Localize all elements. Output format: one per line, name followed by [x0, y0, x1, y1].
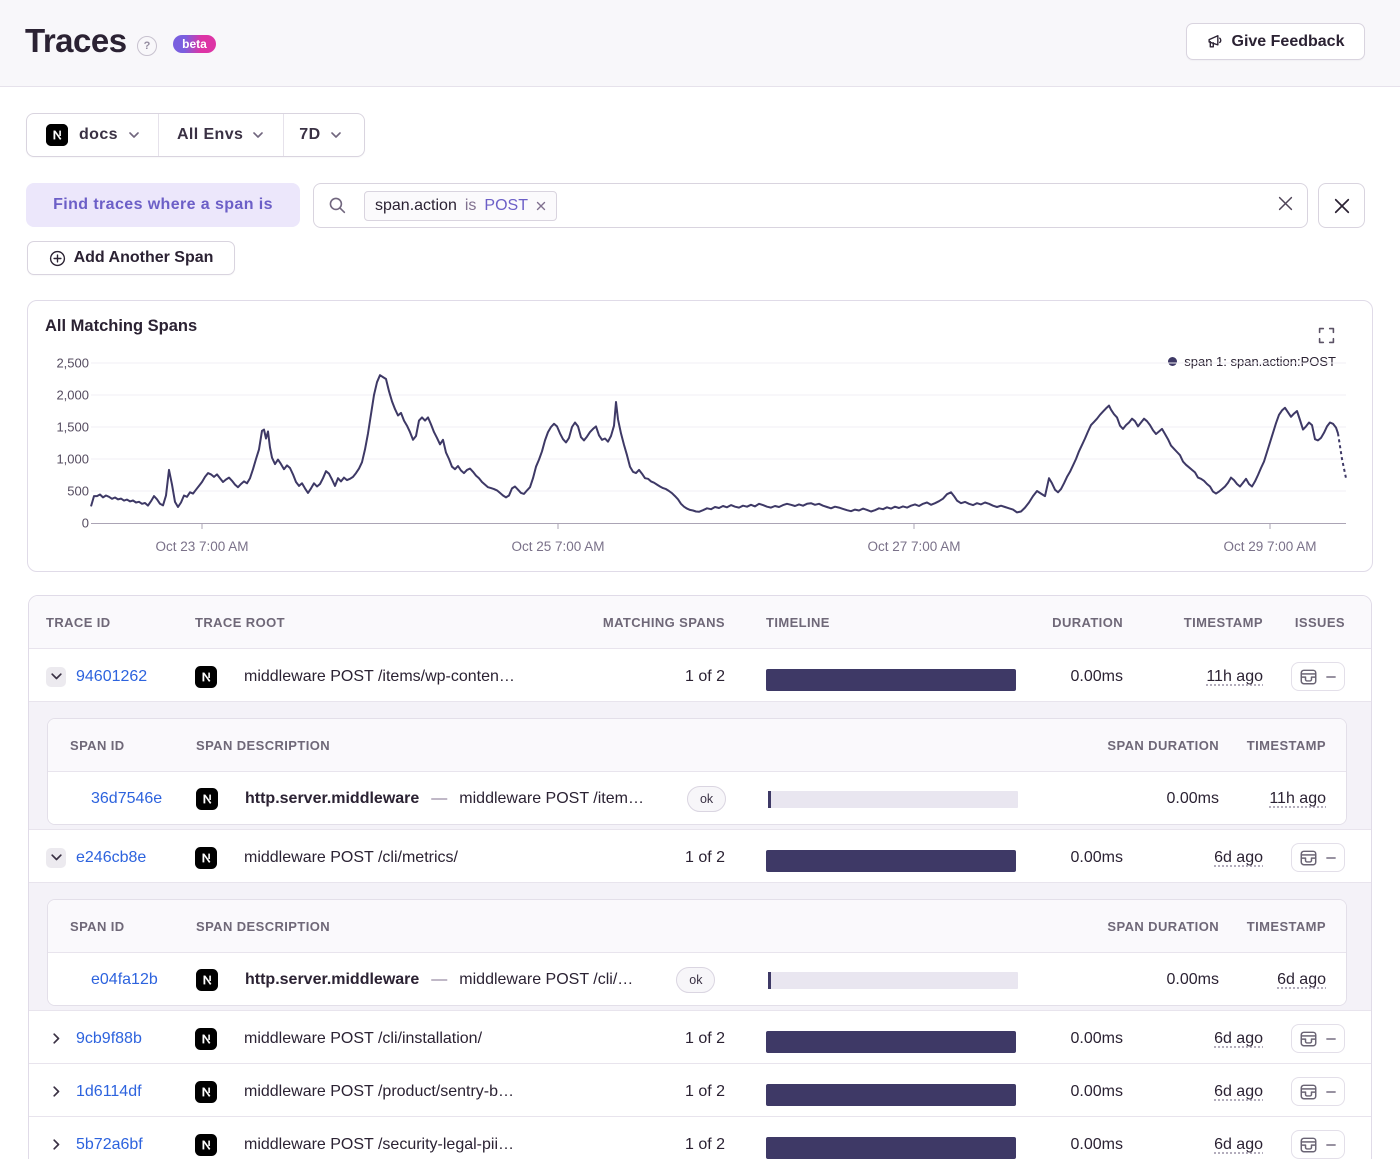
svg-text:2,000: 2,000: [56, 388, 89, 403]
svg-text:0: 0: [82, 516, 89, 531]
svg-text:1,500: 1,500: [56, 420, 89, 435]
svg-text:Oct 23 7:00 AM: Oct 23 7:00 AM: [155, 539, 248, 554]
svg-text:Oct 27 7:00 AM: Oct 27 7:00 AM: [867, 539, 960, 554]
svg-text:500: 500: [67, 484, 89, 499]
svg-text:Oct 29 7:00 AM: Oct 29 7:00 AM: [1223, 539, 1316, 554]
svg-text:1,000: 1,000: [56, 452, 89, 467]
svg-text:Oct 25 7:00 AM: Oct 25 7:00 AM: [511, 539, 604, 554]
svg-text:2,500: 2,500: [56, 356, 89, 371]
